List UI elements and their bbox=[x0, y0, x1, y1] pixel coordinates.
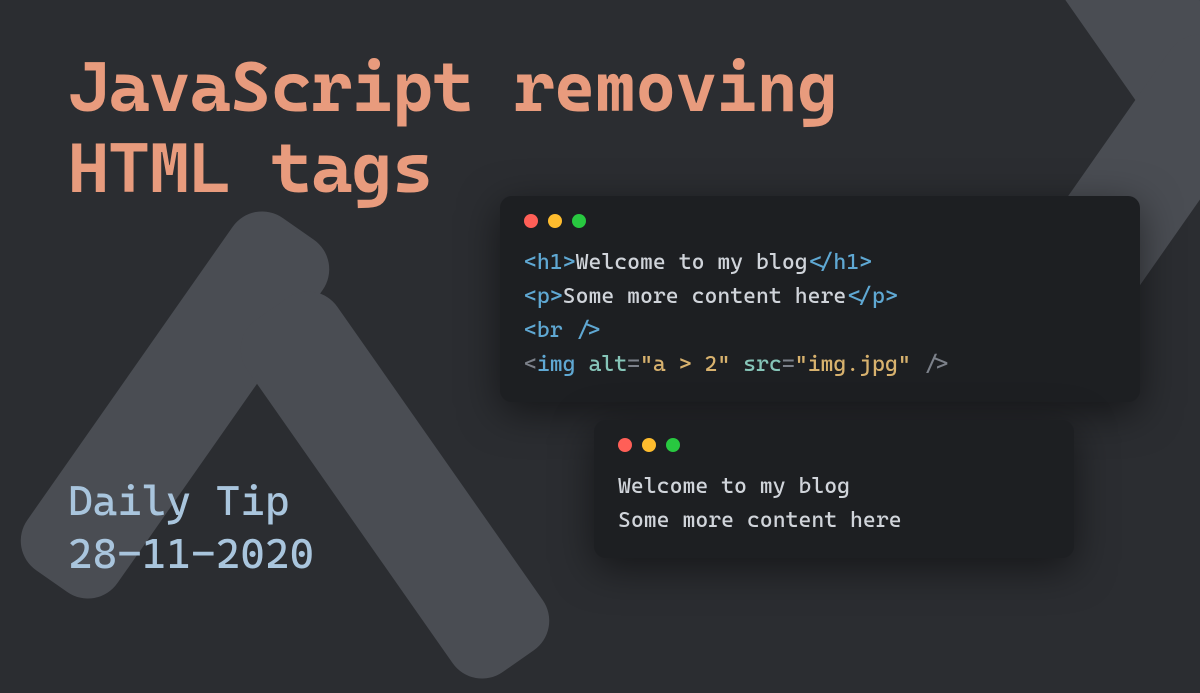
title-line2: HTML tags bbox=[68, 128, 433, 209]
maximize-icon bbox=[666, 438, 680, 452]
close-icon bbox=[618, 438, 632, 452]
subtitle: Daily Tip 28-11-2020 bbox=[68, 475, 314, 580]
title-line1: JavaScript removing bbox=[68, 47, 838, 128]
code-tag: </p> bbox=[846, 284, 898, 309]
code-attr: alt bbox=[588, 352, 627, 377]
minimize-icon bbox=[548, 214, 562, 228]
code-space bbox=[730, 352, 743, 377]
output-line: Welcome to my blog bbox=[618, 474, 850, 499]
code-block-input: <h1>Welcome to my blog</h1> <p>Some more… bbox=[524, 246, 1116, 382]
code-tag: <p> bbox=[524, 284, 563, 309]
code-eq: = bbox=[782, 352, 795, 377]
code-attr: src bbox=[743, 352, 782, 377]
code-block-output: Welcome to my blog Some more content her… bbox=[618, 470, 1050, 538]
close-icon bbox=[524, 214, 538, 228]
window-traffic-lights bbox=[524, 214, 1116, 228]
code-string: "a > 2" bbox=[640, 352, 730, 377]
code-tag: <br /> bbox=[524, 318, 601, 343]
code-text: Some more content here bbox=[563, 284, 847, 309]
subtitle-line2: 28-11-2020 bbox=[68, 529, 314, 578]
code-tag: <h1> bbox=[524, 250, 576, 275]
output-line: Some more content here bbox=[618, 508, 902, 533]
minimize-icon bbox=[642, 438, 656, 452]
code-tag: </h1> bbox=[808, 250, 872, 275]
window-traffic-lights bbox=[618, 438, 1050, 452]
code-window-output: Welcome to my blog Some more content her… bbox=[594, 420, 1074, 558]
code-bracket: < bbox=[524, 352, 537, 377]
code-space bbox=[576, 352, 589, 377]
code-window-input: <h1>Welcome to my blog</h1> <p>Some more… bbox=[500, 196, 1140, 402]
code-string: "img.jpg" bbox=[795, 352, 911, 377]
maximize-icon bbox=[572, 214, 586, 228]
page-title: JavaScript removing HTML tags bbox=[68, 48, 838, 209]
code-tag: img bbox=[537, 352, 576, 377]
code-text: Welcome to my blog bbox=[576, 250, 808, 275]
code-eq: = bbox=[627, 352, 640, 377]
code-bracket: /> bbox=[911, 352, 950, 377]
subtitle-line1: Daily Tip bbox=[68, 476, 289, 525]
